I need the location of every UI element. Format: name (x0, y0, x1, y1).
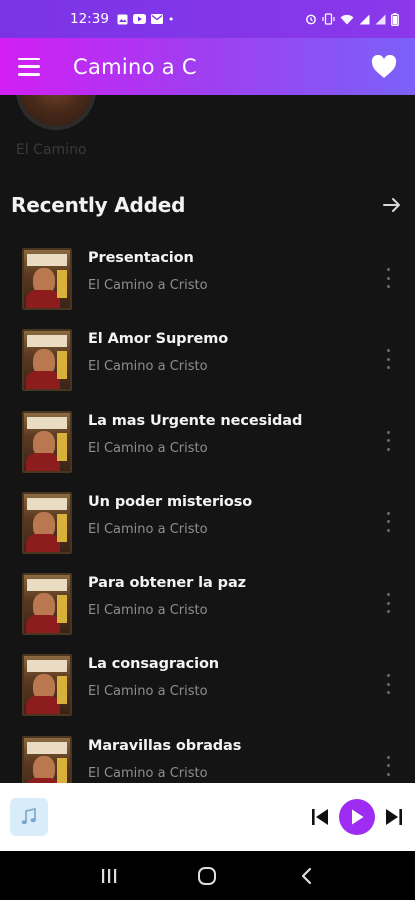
list-item[interactable]: El Amor Supremo El Camino a Cristo (0, 321, 415, 402)
book-cover-image (22, 654, 72, 717)
category-avatar[interactable] (16, 95, 96, 130)
mini-player[interactable] (0, 783, 415, 851)
track-title: El Amor Supremo (88, 331, 229, 348)
vibrate-icon (322, 13, 335, 25)
more-options-icon[interactable] (385, 430, 391, 451)
app-title: Camino a C (73, 54, 197, 79)
list-item[interactable]: Maravillas obradas El Camino a Cristo (0, 728, 415, 783)
wifi-icon (340, 14, 354, 24)
more-options-icon[interactable] (385, 268, 391, 288)
track-title: La mas Urgente necesidad (88, 412, 303, 429)
mail-icon (150, 14, 163, 24)
list-item[interactable]: Un poder misterioso El Camino a Cristo (0, 484, 415, 565)
list-item[interactable]: Presentacion El Camino a Cristo (0, 240, 415, 321)
track-subtitle: El Camino a Cristo (88, 440, 208, 456)
book-cover-image (22, 491, 72, 554)
home-button[interactable] (187, 856, 227, 896)
app-bar: Camino a C (0, 38, 415, 95)
more-options-icon[interactable] (385, 755, 391, 776)
status-bar: 12:39 • (0, 0, 415, 38)
skip-previous-button[interactable] (309, 806, 331, 828)
list-item[interactable]: La consagracion El Camino a Cristo (0, 646, 415, 727)
track-subtitle: El Camino a Cristo (88, 278, 208, 293)
book-cover-image (22, 735, 72, 783)
player-controls (309, 799, 405, 835)
track-subtitle: El Camino a Cristo (88, 359, 208, 375)
system-nav-bar (0, 851, 415, 900)
signal-icon (359, 14, 370, 24)
track-title: Presentacion (88, 250, 194, 266)
back-button[interactable] (286, 856, 326, 896)
skip-previous-icon (312, 809, 328, 825)
track-title: Maravillas obradas (88, 737, 242, 754)
track-subtitle: El Camino a Cristo (88, 521, 208, 537)
status-time: 12:39 (70, 11, 109, 27)
more-options-icon[interactable] (385, 674, 391, 695)
recents-icon (102, 868, 117, 883)
skip-next-icon (386, 809, 402, 825)
status-left-icons: • (117, 12, 175, 26)
list-item[interactable]: La mas Urgente necesidad El Camino a Cris… (0, 403, 415, 484)
more-options-icon[interactable] (385, 349, 391, 370)
arrow-right-icon[interactable] (381, 194, 403, 216)
battery-icon (391, 12, 399, 26)
play-button[interactable] (339, 799, 375, 835)
music-note-icon (21, 808, 36, 825)
play-icon (352, 809, 364, 825)
book-cover-image (22, 410, 72, 473)
player-artwork[interactable] (10, 798, 48, 836)
skip-next-button[interactable] (383, 806, 405, 828)
recently-added-list: Presentacion El Camino a Cristo El Amor S… (0, 240, 415, 783)
youtube-icon (132, 14, 146, 24)
book-cover-image (22, 573, 72, 636)
book-cover-image (22, 329, 72, 392)
book-cover-image (22, 248, 72, 310)
image-icon (117, 14, 128, 24)
home-icon (198, 866, 217, 885)
menu-icon[interactable] (18, 57, 40, 76)
category-label: El Camino (16, 142, 87, 158)
signal-icon (375, 14, 386, 24)
more-options-icon[interactable] (385, 593, 391, 614)
track-title: La consagracion (88, 656, 220, 673)
dot-icon: • (167, 12, 175, 26)
track-title: Para obtener la paz (88, 575, 246, 592)
back-icon (301, 867, 311, 884)
alarm-icon (306, 14, 316, 25)
favorite-heart-icon[interactable] (371, 54, 397, 79)
recently-added-header: Recently Added (11, 193, 403, 217)
track-subtitle: El Camino a Cristo (88, 684, 208, 700)
main-content[interactable]: El Camino Recently Added Presentacion El … (0, 95, 415, 783)
status-right-icons (305, 12, 399, 26)
track-subtitle: El Camino a Cristo (88, 603, 208, 619)
list-item[interactable]: Para obtener la paz El Camino a Cristo (0, 565, 415, 646)
track-subtitle: El Camino a Cristo (88, 765, 208, 781)
more-options-icon[interactable] (385, 511, 391, 532)
track-title: Un poder misterioso (88, 493, 253, 510)
recents-button[interactable] (89, 856, 129, 896)
section-title: Recently Added (11, 193, 186, 217)
